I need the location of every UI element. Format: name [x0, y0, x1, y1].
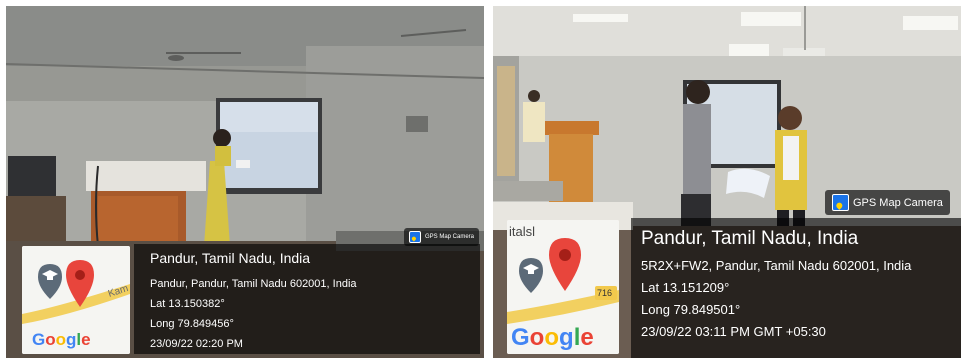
- location-datetime: 23/09/22 02:20 PM: [150, 338, 243, 350]
- road-number-badge: 716: [597, 288, 613, 298]
- location-info-card: Pandur, Tamil Nadu, India Pandur, Pandur…: [134, 244, 480, 354]
- location-datetime: 23/09/22 03:11 PM GMT +05:30: [641, 324, 826, 339]
- location-address: Pandur, Pandur, Tamil Nadu 602001, India: [150, 278, 357, 290]
- gps-badge-label: GPS Map Camera: [853, 196, 943, 209]
- map-thumbnail: italsl 716 Google: [507, 220, 619, 354]
- photo-left: GPS Map Camera Pandur, Tamil Nadu, India…: [6, 6, 484, 358]
- gps-map-camera-badge: GPS Map Camera: [825, 190, 950, 215]
- map-place-label: italsl: [509, 224, 536, 239]
- location-address: 5R2X+FW2, Pandur, Tamil Nadu 602001, Ind…: [641, 258, 912, 273]
- gps-map-camera-icon: [832, 194, 849, 211]
- gps-badge-label: GPS Map Camera: [425, 234, 475, 240]
- location-longitude: Long 79.849501°: [641, 302, 741, 317]
- map-thumbnail: Kam Google: [22, 246, 130, 354]
- location-latitude: Lat 13.151209°: [641, 280, 730, 295]
- location-title: Pandur, Tamil Nadu, India: [150, 250, 311, 266]
- google-logo: Google: [32, 330, 91, 349]
- google-logo: Google: [511, 324, 594, 351]
- gps-map-camera-icon: [409, 231, 421, 243]
- location-longitude: Long 79.849456°: [150, 318, 234, 330]
- location-info-card: Pandur, Tamil Nadu, India 5R2X+FW2, Pand…: [631, 218, 961, 358]
- photo-right: GPS Map Camera Pandur, Tamil Nadu, India…: [493, 6, 961, 358]
- location-title: Pandur, Tamil Nadu, India: [641, 228, 859, 249]
- location-latitude: Lat 13.150382°: [150, 298, 225, 310]
